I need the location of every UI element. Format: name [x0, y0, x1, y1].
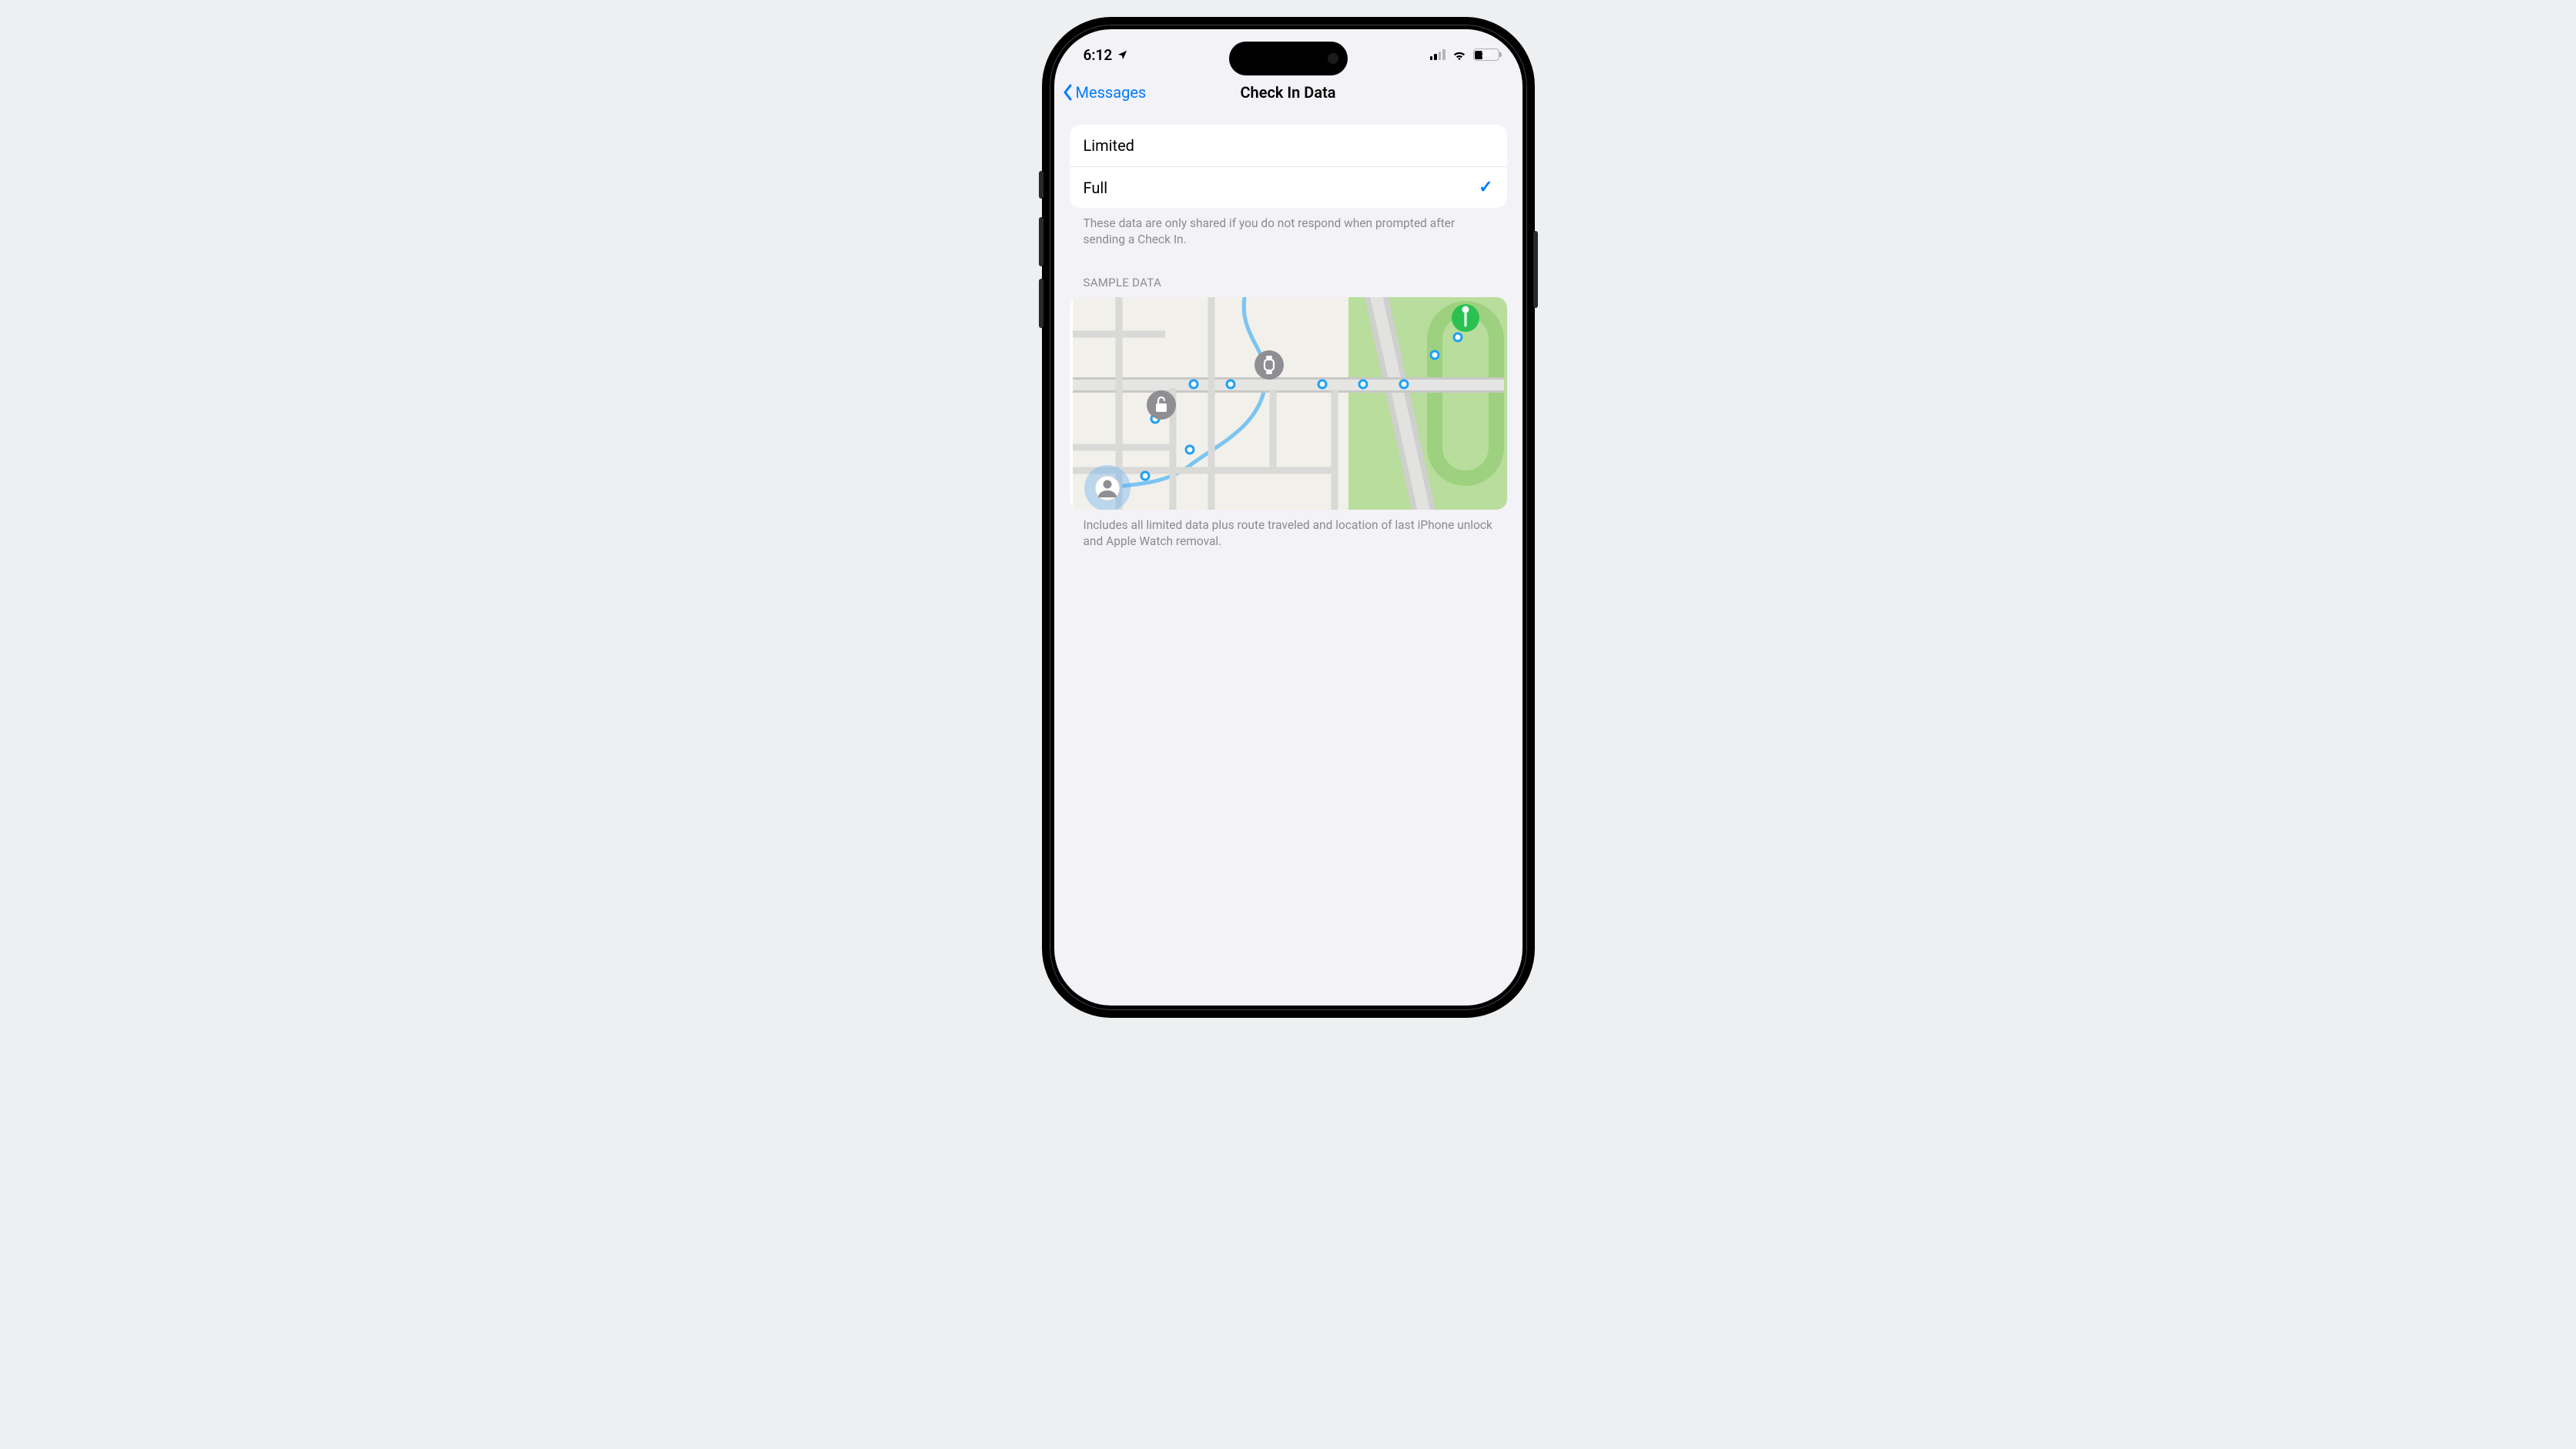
sample-footer: Includes all limited data plus route tra… — [1070, 510, 1507, 550]
unlock-marker-icon — [1147, 390, 1176, 420]
silence-switch — [1039, 171, 1043, 199]
data-options-group: Limited Full ✓ — [1070, 125, 1507, 208]
volume-down-button — [1039, 279, 1043, 328]
dynamic-island — [1229, 42, 1348, 75]
option-label: Limited — [1084, 136, 1134, 155]
sample-data-header: SAMPLE DATA — [1070, 248, 1507, 297]
option-limited[interactable]: Limited — [1070, 125, 1507, 166]
iphone-frame: 6:12 30 — [1042, 17, 1535, 1018]
map-illustration — [1070, 297, 1507, 510]
option-full[interactable]: Full ✓ — [1070, 166, 1507, 208]
screen: 6:12 30 — [1054, 29, 1522, 1006]
battery-percent-label: 30 — [1474, 50, 1499, 60]
location-services-icon — [1117, 49, 1128, 61]
sample-map — [1070, 297, 1507, 510]
watch-marker-icon — [1255, 350, 1284, 380]
back-label: Messages — [1076, 83, 1147, 102]
volume-up-button — [1039, 217, 1043, 266]
status-time: 6:12 — [1084, 46, 1113, 64]
options-footer: These data are only shared if you do not… — [1070, 208, 1507, 248]
power-button — [1533, 231, 1538, 308]
battery-icon: 30 — [1473, 49, 1499, 61]
check-icon: ✓ — [1479, 178, 1492, 197]
option-label: Full — [1084, 179, 1108, 197]
destination-pin-icon — [1452, 304, 1479, 332]
wifi-icon — [1452, 49, 1467, 61]
nav-bar: Messages Check In Data — [1054, 74, 1522, 111]
cellular-signal-icon — [1430, 49, 1445, 60]
avatar-icon — [1095, 476, 1120, 500]
back-button[interactable]: Messages — [1062, 83, 1147, 102]
chevron-left-icon — [1062, 83, 1074, 102]
